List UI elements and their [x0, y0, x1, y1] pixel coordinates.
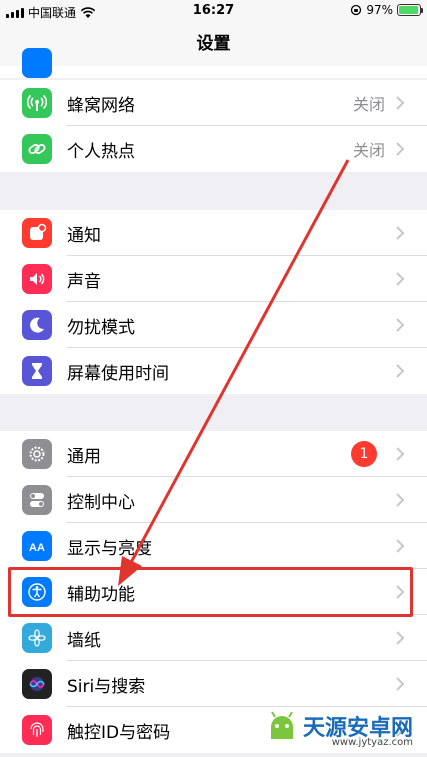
fingerprint-icon [22, 715, 52, 745]
settings-row-value: 关闭 [352, 141, 385, 160]
gear-icon [22, 439, 52, 469]
settings-row-cellular[interactable]: 蜂窝网络 关闭 [0, 80, 427, 126]
flower-icon [22, 623, 52, 653]
settings-row-general[interactable]: 通用 1 [0, 431, 427, 477]
settings-row-accessibility[interactable]: 辅助功能 [0, 569, 427, 615]
status-bar: 中国联通 16:27 97% [0, 0, 427, 22]
settings-row-label: 辅助功能 [67, 584, 135, 605]
settings-row-hotspot[interactable]: 个人热点 关闭 [0, 126, 427, 172]
settings-row-label: Siri与搜索 [67, 676, 146, 697]
settings-row-label: 墙纸 [67, 630, 101, 651]
chevron-right-icon [396, 493, 405, 507]
chevron-right-icon [396, 447, 405, 461]
chevron-right-icon [396, 631, 405, 645]
settings-row-label: 屏幕使用时间 [67, 363, 169, 384]
settings-row-label: 蜂窝网络 [67, 95, 135, 116]
toggles-icon [22, 485, 52, 515]
chevron-right-icon [396, 272, 405, 286]
chevron-right-icon [396, 539, 405, 553]
settings-group-top-partial [0, 48, 427, 78]
android-logo-icon [270, 711, 293, 739]
settings-row-label: 触控ID与密码 [67, 722, 171, 743]
chevron-right-icon [396, 677, 405, 691]
chain-link-icon [22, 134, 52, 164]
chevron-right-icon [396, 142, 405, 156]
svg-text:AA: AA [29, 542, 45, 554]
settings-row-control-center[interactable]: 控制中心 [0, 477, 427, 523]
settings-group-general: 通用 1 控制中心 AA 显示与亮度 辅助功能 墙纸 Siri与搜索 触控ID与… [0, 431, 427, 753]
notification-icon [22, 218, 52, 248]
text-size-icon: AA [22, 531, 52, 561]
settings-row-notifications[interactable]: 通知 [0, 210, 427, 256]
page-title: 设置 [196, 34, 231, 54]
chevron-right-icon [396, 318, 405, 332]
chevron-right-icon [396, 226, 405, 240]
settings-row-label: 通知 [67, 225, 101, 246]
settings-row-label: 控制中心 [67, 492, 135, 513]
settings-row-value: 关闭 [352, 95, 385, 114]
navigation-bar: 设置 [0, 22, 427, 66]
settings-row-wallpaper[interactable]: 墙纸 [0, 615, 427, 661]
watermark-url: www.jytyaz.com [331, 737, 413, 748]
settings-row-label: 声音 [67, 271, 101, 292]
settings-row-label: 通用 [67, 446, 101, 467]
settings-row-siri[interactable]: Siri与搜索 [0, 661, 427, 707]
moon-icon [22, 310, 52, 340]
settings-row-do-not-disturb[interactable]: 勿扰模式 [0, 302, 427, 348]
notification-badge: 1 [351, 441, 377, 467]
settings-row-sounds[interactable]: 声音 [0, 256, 427, 302]
accessibility-icon [22, 577, 52, 607]
siri-icon [22, 669, 52, 699]
chevron-right-icon [396, 96, 405, 110]
rotation-lock-icon [351, 4, 362, 16]
hourglass-icon [22, 356, 52, 386]
battery-percent: 97% [366, 3, 393, 17]
bluetooth-icon [22, 48, 52, 78]
chevron-right-icon [396, 364, 405, 378]
settings-group-network: 蜂窝网络 关闭 个人热点 关闭 [0, 80, 427, 172]
settings-row-screen-time[interactable]: 屏幕使用时间 [0, 348, 427, 394]
settings-row-label: 个人热点 [67, 141, 135, 162]
chevron-right-icon [396, 585, 405, 599]
speaker-icon [22, 264, 52, 294]
antenna-icon [22, 88, 52, 118]
settings-row-label: 勿扰模式 [67, 317, 135, 338]
settings-row-label: 显示与亮度 [67, 538, 152, 559]
settings-row-display[interactable]: AA 显示与亮度 [0, 523, 427, 569]
battery-icon [397, 4, 423, 16]
watermark: 天源安卓网 www.jytyaz.com [265, 709, 413, 748]
settings-group-notifications: 通知 声音 勿扰模式 屏幕使用时间 [0, 210, 427, 394]
